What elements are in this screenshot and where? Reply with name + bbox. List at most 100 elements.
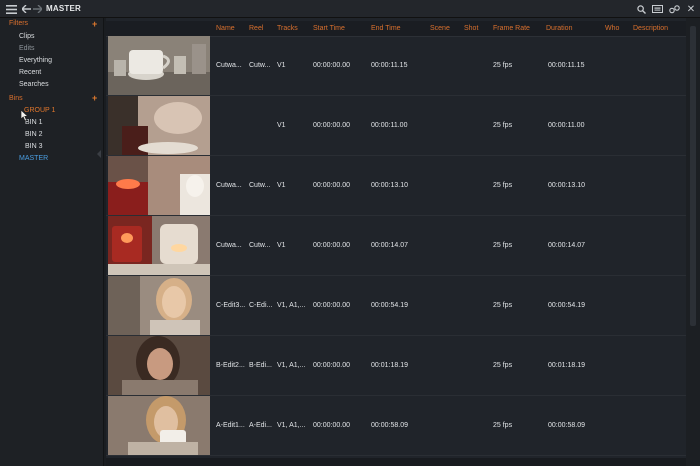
add-filter-icon[interactable]: + (92, 20, 97, 29)
add-bin-icon[interactable]: + (92, 94, 97, 103)
mouse-cursor-icon (20, 109, 29, 122)
sidebar: Filters + Clips Edits Everything Recent … (0, 18, 104, 466)
header-reel[interactable]: Reel (249, 25, 263, 32)
cell-start-time: 00:00:00.00 (313, 122, 350, 129)
cell-tracks: V1 (277, 182, 286, 189)
cell-frame-rate: 25 fps (493, 122, 513, 129)
header-end-time[interactable]: End Time (371, 25, 401, 32)
table-row[interactable]: V1 00:00:00.00 00:00:11.00 25 fps 00:00:… (106, 96, 686, 156)
cell-reel: Cutw... (249, 182, 271, 189)
clip-thumbnail[interactable] (108, 156, 210, 215)
cell-duration: 00:00:13.10 (548, 182, 585, 189)
cell-start-time: 00:00:00.00 (313, 302, 350, 309)
cell-frame-rate: 25 fps (493, 62, 513, 69)
cell-frame-rate: 25 fps (493, 302, 513, 309)
bin-2[interactable]: BIN 2 (25, 131, 43, 138)
cell-tracks: V1 (277, 122, 286, 129)
filter-searches[interactable]: Searches (19, 81, 49, 88)
forward-arrow-icon[interactable] (33, 3, 42, 15)
cell-duration: 00:00:11.15 (548, 62, 585, 69)
header-shot[interactable]: Shot (464, 25, 478, 32)
horizontal-scrollbar[interactable] (106, 458, 686, 466)
clip-thumbnail[interactable] (108, 216, 210, 275)
cell-end-time: 00:00:11.15 (371, 62, 408, 69)
cell-tracks: V1 (277, 62, 286, 69)
window-title: MASTER (46, 4, 81, 13)
search-icon[interactable] (636, 3, 646, 15)
cell-reel: Cutw... (249, 242, 271, 249)
clip-table: Name Reel Tracks Start Time End Time Sce… (106, 18, 686, 466)
cell-start-time: 00:00:00.00 (313, 422, 350, 429)
bin-master[interactable]: MASTER (19, 155, 48, 162)
cell-name: Cutwa... (216, 62, 242, 69)
table-row[interactable]: Cutwa... Cutw... V1 00:00:00.00 00:00:13… (106, 156, 686, 216)
table-row[interactable]: Cutwa... Cutw... V1 00:00:00.00 00:00:11… (106, 36, 686, 96)
cell-duration: 00:01:18.19 (548, 362, 585, 369)
cell-start-time: 00:00:00.00 (313, 362, 350, 369)
table-row[interactable]: C-Edit3... C-Edi... V1, A1,... 00:00:00.… (106, 276, 686, 336)
clip-thumbnail[interactable] (108, 36, 210, 95)
table-row[interactable]: B-Edit2... B-Edi... V1, A1,... 00:00:00.… (106, 336, 686, 396)
cell-name: Cutwa... (216, 242, 242, 249)
cell-end-time: 00:00:11.00 (371, 122, 408, 129)
table-header: Name Reel Tracks Start Time End Time Sce… (106, 21, 686, 37)
cell-end-time: 00:00:54.19 (371, 302, 408, 309)
filter-recent[interactable]: Recent (19, 69, 41, 76)
cell-duration: 00:00:14.07 (548, 242, 585, 249)
table-row[interactable]: Cutwa... Cutw... V1 00:00:00.00 00:00:14… (106, 216, 686, 276)
cell-reel: Cutw... (249, 62, 271, 69)
cell-name: Cutwa... (216, 182, 242, 189)
cell-end-time: 00:00:58.09 (371, 422, 408, 429)
bins-heading: Bins (9, 95, 23, 102)
header-duration[interactable]: Duration (546, 25, 572, 32)
filter-everything[interactable]: Everything (19, 57, 52, 64)
header-frame-rate[interactable]: Frame Rate (493, 25, 530, 32)
cell-duration: 00:00:54.19 (548, 302, 585, 309)
cell-end-time: 00:00:14.07 (371, 242, 408, 249)
cell-start-time: 00:00:00.00 (313, 62, 350, 69)
filters-heading: Filters (9, 20, 29, 27)
table-row[interactable]: A-Edit1... A-Edi... V1, A1,... 00:00:00.… (106, 396, 686, 456)
cell-duration: 00:00:58.09 (548, 422, 585, 429)
header-start-time[interactable]: Start Time (313, 25, 345, 32)
title-bar: MASTER ✕ (0, 0, 700, 18)
filter-clips[interactable]: Clips (19, 33, 35, 40)
header-name[interactable]: Name (216, 25, 235, 32)
cell-end-time: 00:00:13.10 (371, 182, 408, 189)
cell-name: C-Edit3... (216, 302, 246, 309)
cell-tracks: V1, A1,... (277, 422, 306, 429)
cell-name: A-Edit1... (216, 422, 245, 429)
clip-thumbnail[interactable] (108, 276, 210, 335)
filter-edits[interactable]: Edits (19, 45, 35, 52)
cell-start-time: 00:00:00.00 (313, 242, 350, 249)
close-icon[interactable]: ✕ (686, 3, 696, 15)
link-icon[interactable] (668, 3, 680, 15)
cell-duration: 00:00:11.00 (548, 122, 585, 129)
clip-thumbnail[interactable] (108, 96, 210, 155)
keyboard-icon[interactable] (651, 3, 663, 15)
cell-reel: B-Edi... (249, 362, 272, 369)
cell-tracks: V1 (277, 242, 286, 249)
header-who[interactable]: Who (605, 25, 619, 32)
cell-frame-rate: 25 fps (493, 182, 513, 189)
cell-end-time: 00:01:18.19 (371, 362, 408, 369)
header-tracks[interactable]: Tracks (277, 25, 298, 32)
scrollbar-thumb[interactable] (690, 26, 696, 326)
back-arrow-icon[interactable] (22, 3, 31, 15)
menu-icon[interactable] (5, 3, 17, 15)
collapse-arrow-icon[interactable] (97, 150, 101, 158)
cell-reel: C-Edi... (249, 302, 273, 309)
cell-tracks: V1, A1,... (277, 302, 306, 309)
vertical-scrollbar[interactable] (686, 18, 700, 466)
cell-tracks: V1, A1,... (277, 362, 306, 369)
cell-reel: A-Edi... (249, 422, 272, 429)
cell-frame-rate: 25 fps (493, 422, 513, 429)
cell-name: B-Edit2... (216, 362, 245, 369)
clip-thumbnail[interactable] (108, 396, 210, 455)
bin-3[interactable]: BIN 3 (25, 143, 43, 150)
header-description[interactable]: Description (633, 25, 668, 32)
header-scene[interactable]: Scene (430, 25, 450, 32)
cell-start-time: 00:00:00.00 (313, 182, 350, 189)
cell-frame-rate: 25 fps (493, 362, 513, 369)
clip-thumbnail[interactable] (108, 336, 210, 395)
